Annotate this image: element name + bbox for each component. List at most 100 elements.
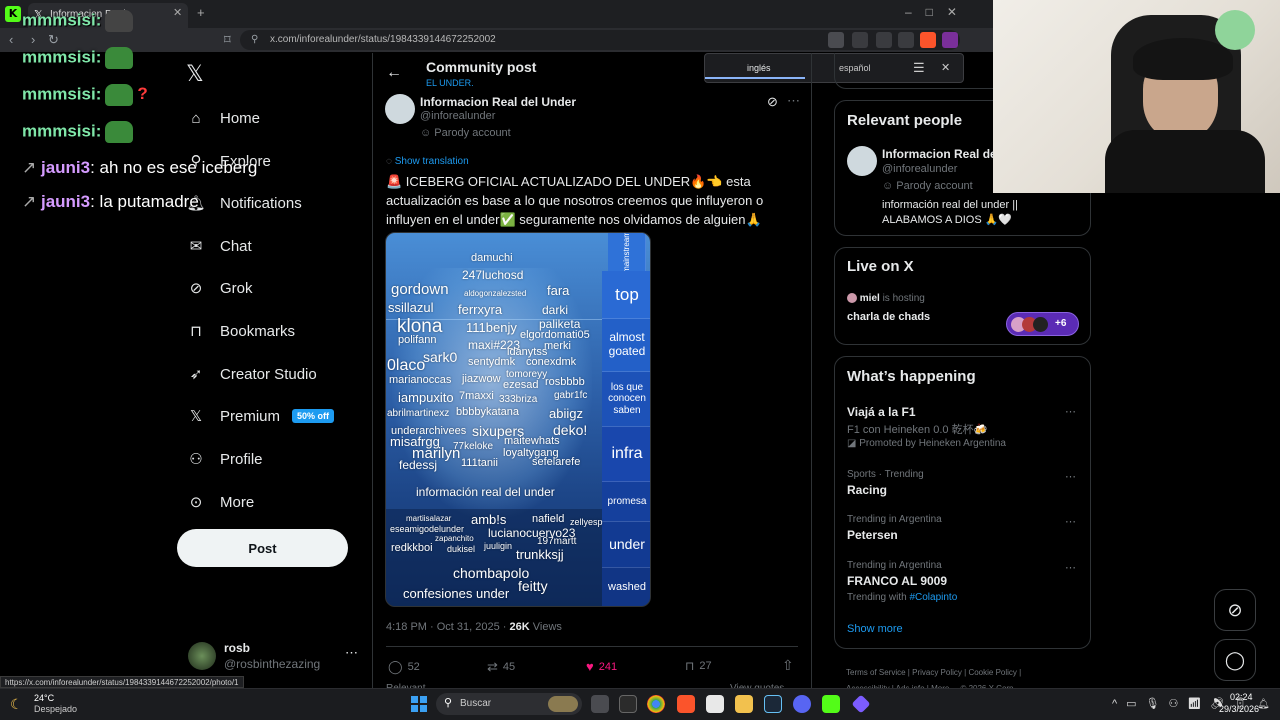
chat-line: mmmsisi: xyxy=(22,47,134,69)
grok-float-button[interactable]: ⊘ xyxy=(1214,589,1256,631)
trend-more-icon[interactable]: ⋯ xyxy=(1065,561,1077,574)
forward-icon[interactable]: › xyxy=(31,32,35,47)
iceberg-label: conexdmk xyxy=(526,356,577,368)
footer-link[interactable]: Cookie Policy xyxy=(968,668,1016,677)
account-switcher[interactable]: rosb @rosbinthezazing ⋯ xyxy=(188,640,358,674)
trend-more-icon[interactable]: ⋯ xyxy=(1065,405,1077,418)
share-arrow-icon: ⇧ xyxy=(782,657,794,673)
iceberg-label: ssillazul xyxy=(388,300,434,315)
explorer-icon[interactable] xyxy=(706,695,724,713)
tab-close-icon[interactable]: ✕ xyxy=(173,6,182,19)
browser-logo-icon[interactable]: K xyxy=(5,6,21,22)
reply-count: 52 xyxy=(407,661,420,673)
trend-more-icon[interactable]: ⋯ xyxy=(1065,470,1077,483)
host-avatar xyxy=(847,293,857,304)
new-tab-icon[interactable]: + xyxy=(197,5,205,20)
nav-notifications[interactable]: 🔔︎ Notifications xyxy=(186,188,301,218)
kick-icon[interactable] xyxy=(822,695,840,713)
community-name[interactable]: EL UNDER. xyxy=(426,78,474,88)
trend-item[interactable]: Trending in Argentina FRANCO AL 9009 Tre… xyxy=(847,560,1079,606)
nav-chat[interactable]: ✉ Chat xyxy=(186,231,252,261)
nav-premium[interactable]: 𝕏 Premium 50% off xyxy=(186,401,335,431)
iceberg-label: iampuxito xyxy=(398,390,454,405)
reload-icon[interactable]: ↻ xyxy=(48,32,59,48)
brave-icon[interactable] xyxy=(677,695,695,713)
iceberg-label: martiisalazar xyxy=(406,514,452,523)
tweet-views-count: 26K xyxy=(509,621,530,633)
messages-float-button[interactable]: ◯ xyxy=(1214,639,1256,681)
site-info-icon[interactable]: ⚲ xyxy=(251,34,258,45)
bookmark-page-icon[interactable]: ⌑ xyxy=(224,32,231,48)
person-bio: información real del under || ALABAMOS A… xyxy=(882,199,1018,226)
chrome-icon[interactable] xyxy=(647,695,665,713)
trend-hashtag[interactable]: #Colapinto xyxy=(909,592,957,603)
folder-icon[interactable] xyxy=(735,695,753,713)
epic-games-icon[interactable] xyxy=(619,695,637,713)
like-button[interactable]: ♥ 241 xyxy=(586,659,617,674)
steam-icon[interactable] xyxy=(764,695,782,713)
person-avatar[interactable] xyxy=(847,146,877,176)
trend-item[interactable]: Viajá a la F1 F1 con Heineken 0.0 乾杯🍻 ◪ … xyxy=(847,405,1079,451)
notification-bell-icon[interactable]: 🔔︎ xyxy=(1257,699,1270,710)
share-icon[interactable] xyxy=(898,32,914,48)
nav-creator-studio[interactable]: ➶ Creator Studio xyxy=(186,359,317,389)
back-arrow-icon[interactable]: ← xyxy=(386,64,402,82)
person-handle[interactable]: @inforealunder xyxy=(882,163,957,175)
chat-user: mmmsisi: xyxy=(22,121,102,141)
clock-time[interactable]: 02:24 xyxy=(1230,692,1253,702)
nav-more-label: More xyxy=(220,493,255,511)
discord-icon[interactable] xyxy=(793,695,811,713)
rewards-icon[interactable] xyxy=(942,32,958,48)
iceberg-tier-label: under xyxy=(602,522,650,568)
reply-button[interactable]: ◯ 52 xyxy=(388,659,420,675)
bookmark-count: 27 xyxy=(699,660,712,672)
window-controls[interactable]: –□✕ xyxy=(905,5,971,19)
zoom-icon[interactable] xyxy=(876,32,892,48)
tweet-meta: 4:18 PM · Oct 31, 2025 · 26K Views xyxy=(386,621,562,633)
back-icon[interactable]: ‹ xyxy=(9,32,13,47)
timeline-divider-left xyxy=(372,53,373,693)
live-host-row[interactable]: miel is hosting xyxy=(847,293,925,304)
person-name[interactable]: Informacion Real de... xyxy=(882,147,1007,161)
live-host-suffix: is hosting xyxy=(879,293,925,304)
shield-icon[interactable] xyxy=(920,32,936,48)
trend-item[interactable]: Sports · Trending Racing ⋯ xyxy=(847,469,1079,503)
nav-home[interactable]: ⌂ Home xyxy=(186,103,260,133)
post-button[interactable]: Post xyxy=(177,529,348,567)
account-more-icon[interactable]: ⋯ xyxy=(345,645,358,661)
nav-more[interactable]: ⊙ More xyxy=(186,487,254,517)
task-view-icon[interactable] xyxy=(591,695,609,713)
repost-button[interactable]: ⇄ 45 xyxy=(487,659,515,675)
weather-widget[interactable]: ☾ 24°C Despejado xyxy=(10,692,90,718)
live-listeners-pill[interactable]: +6 xyxy=(1006,312,1079,336)
iceberg-label: 111benjy xyxy=(466,320,517,335)
cast-icon[interactable] xyxy=(852,32,868,48)
tweet-avatar[interactable] xyxy=(385,94,415,124)
nav-grok[interactable]: ⊘ Grok xyxy=(186,273,253,303)
translate-icon[interactable] xyxy=(828,32,844,48)
bookmark-button[interactable]: ⊓ 27 xyxy=(685,659,712,673)
translate-from-tab[interactable]: inglés xyxy=(747,63,771,73)
footer-link[interactable]: Terms of Service xyxy=(846,668,906,677)
trend-item[interactable]: Trending in Argentina Petersen ⋯ xyxy=(847,514,1079,548)
start-button[interactable] xyxy=(411,696,427,712)
footer-link[interactable]: Privacy Policy xyxy=(912,668,962,677)
nav-profile[interactable]: ⚇ Profile xyxy=(186,444,262,474)
taskbar-search[interactable]: ⚲ Buscar xyxy=(436,693,582,715)
share-button[interactable]: ⇧ xyxy=(782,657,794,674)
trend-more-icon[interactable]: ⋯ xyxy=(1065,515,1077,528)
home-icon: ⌂ xyxy=(191,109,201,127)
nav-bookmarks[interactable]: ⊓ Bookmarks xyxy=(186,316,295,346)
tweet-image-iceberg[interactable]: mainstream top almost goated los que conoce… xyxy=(385,232,651,607)
tweet-handle[interactable]: @inforealunder xyxy=(420,110,495,122)
live-space-title[interactable]: charla de chads xyxy=(847,311,930,323)
clock-date[interactable]: 29/3/2026 xyxy=(1219,704,1259,714)
grok-explain-icon[interactable]: ⊘ xyxy=(767,94,778,110)
x-logo-icon[interactable]: 𝕏 xyxy=(186,62,204,87)
show-more-link[interactable]: Show more xyxy=(847,623,903,635)
show-translation-link[interactable]: ◌ Show translation xyxy=(386,156,469,167)
search-highlight-icon xyxy=(548,696,578,712)
tweet-author[interactable]: Informacion Real del Under xyxy=(420,95,576,109)
tweet-more-icon[interactable]: ⋯ xyxy=(787,93,800,109)
tweet-time[interactable]: 4:18 PM · Oct 31, 2025 · xyxy=(386,621,510,633)
